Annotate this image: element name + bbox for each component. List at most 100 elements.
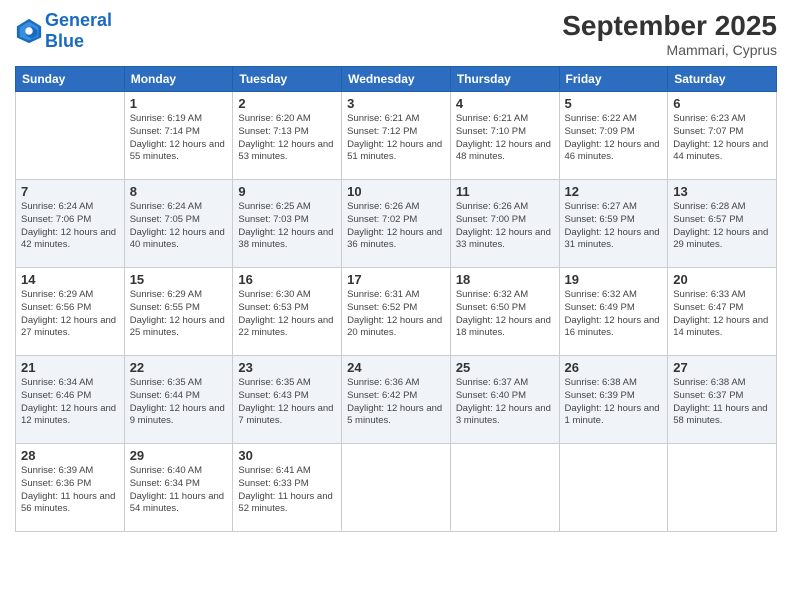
day-info: Sunrise: 6:29 AMSunset: 6:56 PMDaylight:… (21, 289, 119, 340)
weekday-header: Tuesday (233, 67, 342, 92)
day-number: 14 (21, 272, 119, 287)
logo-general: General (45, 10, 112, 31)
calendar-week-row: 14 Sunrise: 6:29 AMSunset: 6:56 PMDayligh… (16, 268, 777, 356)
day-number: 1 (130, 96, 228, 111)
weekday-header: Friday (559, 67, 668, 92)
day-info: Sunrise: 6:33 AMSunset: 6:47 PMDaylight:… (673, 289, 771, 340)
calendar-cell: 3 Sunrise: 6:21 AMSunset: 7:12 PMDaylight… (342, 92, 451, 180)
day-info: Sunrise: 6:28 AMSunset: 6:57 PMDaylight:… (673, 201, 771, 252)
calendar-cell: 5 Sunrise: 6:22 AMSunset: 7:09 PMDaylight… (559, 92, 668, 180)
calendar-cell: 2 Sunrise: 6:20 AMSunset: 7:13 PMDaylight… (233, 92, 342, 180)
day-number: 28 (21, 448, 119, 463)
calendar-cell: 24 Sunrise: 6:36 AMSunset: 6:42 PMDayligh… (342, 356, 451, 444)
title-section: September 2025 Mammari, Cyprus (562, 10, 777, 58)
calendar-cell: 17Sunrise: 6:31 AMSunset: 6:52 PMDayligh… (342, 268, 451, 356)
calendar-cell: 12 Sunrise: 6:27 AMSunset: 6:59 PMDayligh… (559, 180, 668, 268)
logo: General Blue (15, 10, 112, 52)
day-number: 7 (21, 184, 119, 199)
day-number: 27 (673, 360, 771, 375)
day-number: 4 (456, 96, 554, 111)
day-number: 5 (565, 96, 663, 111)
day-info: Sunrise: 6:36 AMSunset: 6:42 PMDaylight:… (347, 377, 445, 428)
day-number: 11 (456, 184, 554, 199)
day-info: Sunrise: 6:31 AMSunset: 6:52 PMDaylight:… (347, 289, 445, 340)
calendar-cell (16, 92, 125, 180)
calendar-cell: 13 Sunrise: 6:28 AMSunset: 6:57 PMDayligh… (668, 180, 777, 268)
day-info: Sunrise: 6:32 AMSunset: 6:50 PMDaylight:… (456, 289, 554, 340)
calendar-cell: 23 Sunrise: 6:35 AMSunset: 6:43 PMDayligh… (233, 356, 342, 444)
day-info: Sunrise: 6:24 AMSunset: 7:06 PMDaylight:… (21, 201, 119, 252)
weekday-header: Thursday (450, 67, 559, 92)
calendar-cell: 27Sunrise: 6:38 AMSunset: 6:37 PMDayligh… (668, 356, 777, 444)
calendar-cell (450, 444, 559, 532)
calendar-cell (342, 444, 451, 532)
calendar-cell: 9 Sunrise: 6:25 AMSunset: 7:03 PMDaylight… (233, 180, 342, 268)
day-number: 24 (347, 360, 445, 375)
day-info: Sunrise: 6:40 AMSunset: 6:34 PMDaylight:… (130, 465, 228, 516)
calendar-cell: 15 Sunrise: 6:29 AMSunset: 6:55 PMDayligh… (124, 268, 233, 356)
month-title: September 2025 (562, 10, 777, 42)
day-info: Sunrise: 6:26 AMSunset: 7:00 PMDaylight:… (456, 201, 554, 252)
day-info: Sunrise: 6:21 AMSunset: 7:12 PMDaylight:… (347, 113, 445, 164)
day-number: 19 (565, 272, 663, 287)
day-info: Sunrise: 6:22 AMSunset: 7:09 PMDaylight:… (565, 113, 663, 164)
day-info: Sunrise: 6:34 AMSunset: 6:46 PMDaylight:… (21, 377, 119, 428)
calendar-cell: 18 Sunrise: 6:32 AMSunset: 6:50 PMDayligh… (450, 268, 559, 356)
day-number: 3 (347, 96, 445, 111)
day-info: Sunrise: 6:19 AMSunset: 7:14 PMDaylight:… (130, 113, 228, 164)
calendar-cell: 11 Sunrise: 6:26 AMSunset: 7:00 PMDayligh… (450, 180, 559, 268)
calendar-cell: 7 Sunrise: 6:24 AMSunset: 7:06 PMDaylight… (16, 180, 125, 268)
day-info: Sunrise: 6:35 AMSunset: 6:43 PMDaylight:… (238, 377, 336, 428)
day-info: Sunrise: 6:27 AMSunset: 6:59 PMDaylight:… (565, 201, 663, 252)
day-number: 9 (238, 184, 336, 199)
day-info: Sunrise: 6:41 AMSunset: 6:33 PMDaylight:… (238, 465, 336, 516)
calendar-cell: 1 Sunrise: 6:19 AMSunset: 7:14 PMDaylight… (124, 92, 233, 180)
location: Mammari, Cyprus (562, 42, 777, 58)
calendar-table: SundayMondayTuesdayWednesdayThursdayFrid… (15, 66, 777, 532)
header: General Blue September 2025 Mammari, Cyp… (15, 10, 777, 58)
weekday-header: Monday (124, 67, 233, 92)
weekday-header: Saturday (668, 67, 777, 92)
day-info: Sunrise: 6:32 AMSunset: 6:49 PMDaylight:… (565, 289, 663, 340)
day-info: Sunrise: 6:25 AMSunset: 7:03 PMDaylight:… (238, 201, 336, 252)
day-info: Sunrise: 6:26 AMSunset: 7:02 PMDaylight:… (347, 201, 445, 252)
calendar-cell: 25 Sunrise: 6:37 AMSunset: 6:40 PMDayligh… (450, 356, 559, 444)
day-number: 26 (565, 360, 663, 375)
day-number: 16 (238, 272, 336, 287)
calendar-cell: 4 Sunrise: 6:21 AMSunset: 7:10 PMDaylight… (450, 92, 559, 180)
day-number: 25 (456, 360, 554, 375)
day-info: Sunrise: 6:29 AMSunset: 6:55 PMDaylight:… (130, 289, 228, 340)
calendar-cell (559, 444, 668, 532)
day-info: Sunrise: 6:35 AMSunset: 6:44 PMDaylight:… (130, 377, 228, 428)
day-info: Sunrise: 6:21 AMSunset: 7:10 PMDaylight:… (456, 113, 554, 164)
day-number: 15 (130, 272, 228, 287)
day-number: 23 (238, 360, 336, 375)
day-info: Sunrise: 6:39 AMSunset: 6:36 PMDaylight:… (21, 465, 119, 516)
calendar-cell: 30 Sunrise: 6:41 AMSunset: 6:33 PMDayligh… (233, 444, 342, 532)
day-info: Sunrise: 6:37 AMSunset: 6:40 PMDaylight:… (456, 377, 554, 428)
calendar-cell: 16Sunrise: 6:30 AMSunset: 6:53 PMDayligh… (233, 268, 342, 356)
calendar-cell (668, 444, 777, 532)
calendar-cell: 6Sunrise: 6:23 AMSunset: 7:07 PMDaylight… (668, 92, 777, 180)
day-number: 2 (238, 96, 336, 111)
calendar-cell: 22Sunrise: 6:35 AMSunset: 6:44 PMDayligh… (124, 356, 233, 444)
day-number: 20 (673, 272, 771, 287)
calendar-cell: 19 Sunrise: 6:32 AMSunset: 6:49 PMDayligh… (559, 268, 668, 356)
calendar-cell: 14 Sunrise: 6:29 AMSunset: 6:56 PMDayligh… (16, 268, 125, 356)
calendar-header-row: SundayMondayTuesdayWednesdayThursdayFrid… (16, 67, 777, 92)
day-info: Sunrise: 6:20 AMSunset: 7:13 PMDaylight:… (238, 113, 336, 164)
day-number: 29 (130, 448, 228, 463)
day-number: 13 (673, 184, 771, 199)
day-info: Sunrise: 6:38 AMSunset: 6:39 PMDaylight:… (565, 377, 663, 428)
day-info: Sunrise: 6:24 AMSunset: 7:05 PMDaylight:… (130, 201, 228, 252)
day-number: 30 (238, 448, 336, 463)
day-info: Sunrise: 6:23 AMSunset: 7:07 PMDaylight:… (673, 113, 771, 164)
calendar-week-row: 7 Sunrise: 6:24 AMSunset: 7:06 PMDaylight… (16, 180, 777, 268)
day-number: 12 (565, 184, 663, 199)
logo-icon (15, 17, 43, 45)
day-number: 18 (456, 272, 554, 287)
day-number: 8 (130, 184, 228, 199)
calendar-cell: 8 Sunrise: 6:24 AMSunset: 7:05 PMDaylight… (124, 180, 233, 268)
calendar-cell: 28 Sunrise: 6:39 AMSunset: 6:36 PMDayligh… (16, 444, 125, 532)
day-number: 10 (347, 184, 445, 199)
